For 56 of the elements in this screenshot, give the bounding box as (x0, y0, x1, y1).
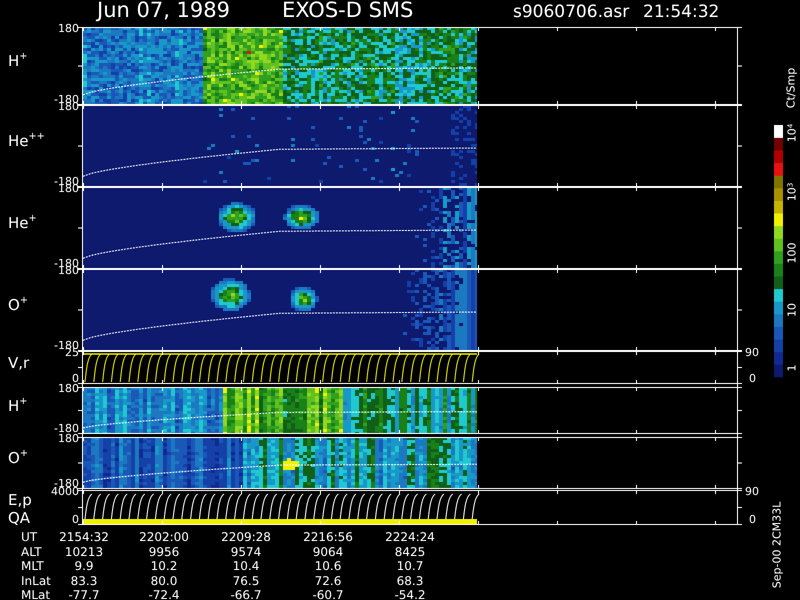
table-cell-text: 10.7 (396, 559, 424, 573)
table-cell-text: -66.7 (229, 588, 263, 600)
axis-label: 0 (749, 373, 756, 385)
date-title: Jun 07, 1989 (97, 0, 230, 22)
instrument-title: EXOS-D SMS (282, 0, 414, 22)
table-cell-text: 72.6 (314, 574, 342, 588)
time-label: 21:54:32 (643, 2, 720, 22)
panel-label: O$^{+}$ (8, 296, 28, 314)
row-label: InLat (21, 574, 51, 588)
table-cell-text: -54.2 (393, 588, 427, 600)
axis-label: 0 (72, 514, 79, 526)
panel-label: He$^{+}$ (8, 214, 37, 232)
table-cell-text: 9956 (148, 544, 180, 558)
axis-label: -180 (54, 423, 79, 435)
scale-tick-label: 10 (786, 303, 798, 317)
table-cell-text: 2209:28 (220, 530, 272, 544)
table-cell-text: 2216:56 (302, 530, 354, 544)
panel-label: E,p (8, 491, 32, 509)
scale-tick-label: 100 (786, 242, 798, 264)
axis-label: 0 (72, 373, 79, 385)
row-label: ALT (21, 544, 42, 558)
row-label: UT (21, 530, 38, 544)
panel-label: QA (8, 509, 30, 527)
scale-tick-label: 1 (786, 364, 798, 372)
row-label: MLat (21, 588, 50, 600)
axis-label: 180 (58, 383, 79, 395)
table-cell-text: 76.5 (232, 574, 260, 588)
table-cell-text: 9.9 (73, 559, 95, 573)
table-cell-text: 68.3 (396, 574, 424, 588)
panel-label: H$^{+}$ (8, 396, 28, 414)
axis-label: 0 (749, 514, 756, 526)
table-cell-text: -72.4 (147, 588, 181, 600)
table-cell-text: 10.6 (314, 559, 342, 573)
table-cell-text: 80.0 (150, 574, 178, 588)
panel-label: H$^{+}$ (8, 52, 28, 70)
table-cell-text: 9574 (230, 544, 262, 558)
table-cell-text: 10213 (64, 544, 104, 558)
panel-label: V,r (8, 354, 30, 372)
axis-label: 90 (745, 347, 759, 359)
axis-label: 90 (745, 486, 759, 498)
table-cell-text: 10.4 (232, 559, 260, 573)
table-cell-text: 10.2 (150, 559, 178, 573)
table-cell-text: 9064 (312, 544, 344, 558)
scale-title: Ct/Smp (786, 68, 796, 108)
axis-label: 180 (58, 23, 79, 35)
table-cell-text: 2154:32 (58, 530, 110, 544)
axis-label: 180 (58, 433, 79, 445)
table-cell-text: 2224:24 (384, 530, 436, 544)
panel-label: He$^{++}$ (8, 132, 45, 150)
table-cell-text: 8425 (394, 544, 426, 558)
file-name: s9060706.asr (513, 2, 630, 22)
row-label: MLT (21, 559, 44, 573)
table-cell-text: 2202:00 (138, 530, 190, 544)
footer-code: Sep-00 2CM33L (772, 502, 782, 588)
table-cell-text: -60.7 (311, 588, 345, 600)
panel-label: O$^{+}$ (8, 449, 28, 467)
